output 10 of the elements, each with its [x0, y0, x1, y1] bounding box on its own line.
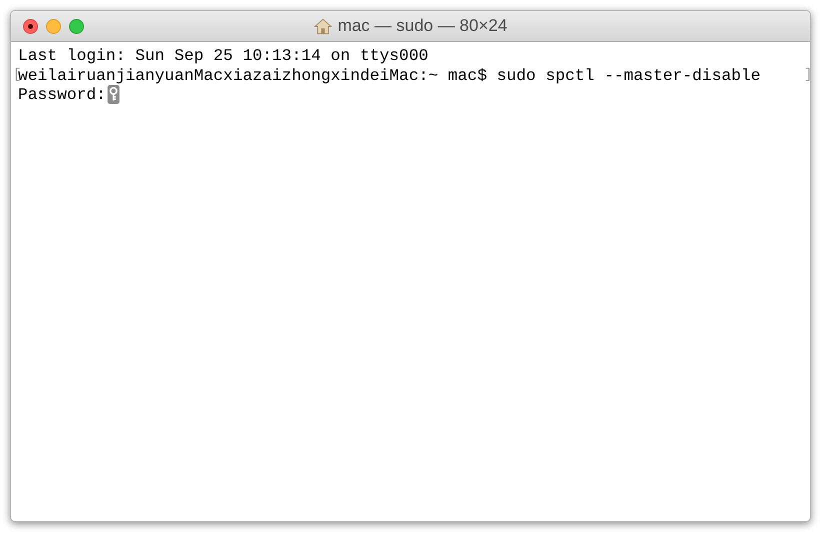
key-cursor-icon [106, 85, 120, 104]
terminal-line: weilairuanjianyuanMacxiazaizhongxindeiMac:~ mac$ sudo spctl --master-disable [18, 66, 761, 85]
close-button[interactable] [23, 19, 38, 34]
line-mark: ] [804, 66, 810, 84]
window-title: mac — sudo — 80×24 [338, 16, 508, 36]
zoom-button[interactable] [69, 19, 84, 34]
house-icon [314, 18, 332, 34]
minimize-button[interactable] [46, 19, 61, 34]
terminal-line: Last login: Sun Sep 25 10:13:14 on ttys000 [18, 46, 428, 66]
terminal-line: Password: [18, 85, 106, 104]
